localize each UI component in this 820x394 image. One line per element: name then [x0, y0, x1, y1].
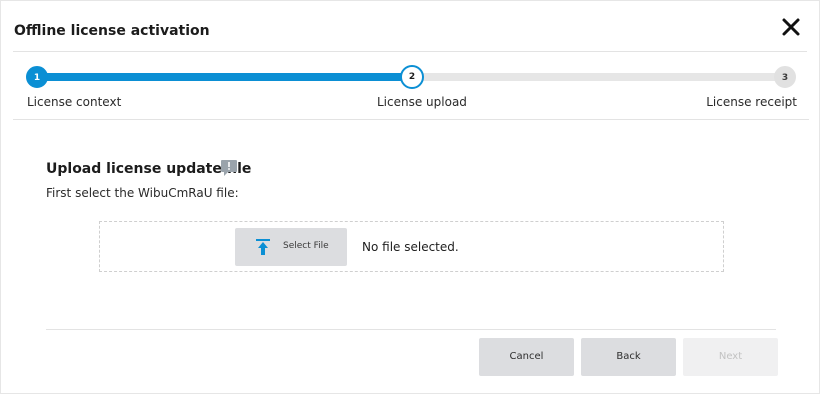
back-button[interactable]: Back: [581, 338, 676, 376]
select-file-label: Select File: [283, 241, 329, 251]
footer-divider: [46, 329, 776, 330]
progress-stepper: 1 2 3 License context License upload Lic…: [1, 1, 820, 121]
step-1-label: License context: [27, 95, 122, 109]
cancel-button[interactable]: Cancel: [479, 338, 574, 376]
upload-instruction: First select the WibuCmRaU file:: [46, 186, 239, 200]
step-3-label: License receipt: [706, 95, 797, 109]
next-button[interactable]: Next: [683, 338, 778, 376]
upload-arrow-icon: [256, 239, 270, 255]
step-2-indicator: 2: [400, 65, 424, 89]
offline-activation-dialog: Offline license activation 1 2 3 License…: [0, 0, 820, 394]
select-file-button[interactable]: Select File: [235, 228, 347, 266]
step-1-indicator: 1: [26, 66, 48, 88]
step-2-label: License upload: [377, 95, 467, 109]
stepper-progress-fill: [37, 73, 411, 81]
file-status-text: No file selected.: [362, 240, 459, 254]
stepper-divider: [13, 119, 809, 120]
step-3-indicator: 3: [774, 66, 796, 88]
comment-info-icon[interactable]: [220, 159, 238, 177]
